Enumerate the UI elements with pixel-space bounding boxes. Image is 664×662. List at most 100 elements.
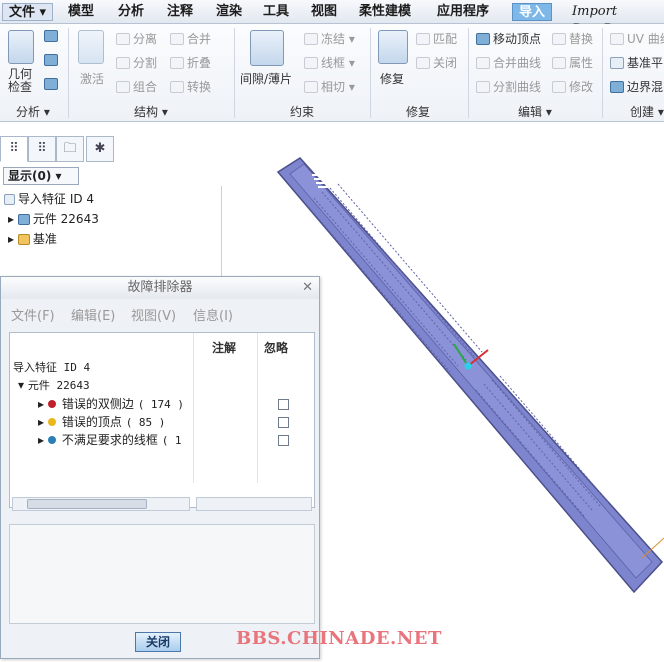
combine-icon [116, 81, 130, 93]
split-curves-icon [476, 81, 490, 93]
boundary-blend-button[interactable]: 边界混 [610, 78, 663, 95]
collapse-arrow-icon[interactable]: ▾ [18, 378, 28, 392]
group-repair-label: 修复 [406, 105, 431, 119]
analysis-icon-3[interactable] [44, 78, 58, 90]
group-analysis-label[interactable]: 分析 ▾ [16, 103, 50, 120]
modify-button[interactable]: 修改 [552, 78, 593, 95]
file-menu-label: 文件 [9, 5, 36, 20]
double-edges-count: ( 174 ) [137, 398, 185, 411]
tree-root[interactable]: 导入特征 ID 4 [4, 190, 94, 207]
activate-icon [78, 30, 104, 64]
menu-edit[interactable]: 编辑(E) [71, 305, 115, 324]
move-vertex-button[interactable]: 移动顶点 [476, 30, 541, 47]
merge-button[interactable]: 合并 [170, 30, 211, 47]
favorites-tab-icon[interactable]: ✱ [86, 136, 114, 162]
fold-button[interactable]: 折叠 [170, 54, 211, 71]
group-structure-label[interactable]: 结构 ▾ [134, 103, 168, 120]
tree-component[interactable]: ▸ 元件 22643 [8, 210, 99, 227]
wireframe-button[interactable]: 线框 ▾ [304, 54, 355, 71]
layer-tab-icon[interactable]: ⠿ [28, 136, 56, 162]
expand-arrow-icon[interactable]: ▸ [8, 212, 18, 226]
attribute-icon [552, 57, 566, 69]
menu-info[interactable]: 信息(I) [193, 305, 233, 324]
menu-view[interactable]: 视图(V) [131, 305, 176, 324]
tab-tools[interactable]: 工具 [257, 3, 295, 21]
gap-thin-icon [250, 30, 284, 66]
error-item-wireframe[interactable]: ▸ 不满足要求的线框 ( 1 [38, 431, 182, 448]
error-item-vertices[interactable]: ▸ 错误的顶点 ( 85 ) [38, 413, 165, 430]
datum-plane-label: 基准平 [627, 56, 664, 70]
activate-button[interactable]: 激活 [80, 70, 104, 87]
ignore-checkbox[interactable] [278, 417, 289, 428]
expand-arrow-icon[interactable]: ▸ [38, 397, 48, 411]
scrollbar-thumb[interactable] [27, 499, 147, 509]
gap-thin-button[interactable]: 间隙/薄片 [240, 70, 292, 87]
close-button[interactable]: 关闭 [135, 632, 181, 652]
split-label: 分割 [133, 56, 158, 70]
ignore-checkbox[interactable] [278, 399, 289, 410]
folder-tab-icon[interactable]: 🗀 [56, 136, 84, 162]
combine-button[interactable]: 组合 [116, 78, 157, 95]
close-geometry-button[interactable]: 关闭 [416, 54, 457, 71]
tab-import[interactable]: 导入 [512, 3, 553, 21]
tree-component-label: 元件 22643 [32, 212, 99, 226]
split-curves-button[interactable]: 分割曲线 [476, 78, 541, 95]
uv-curve-button[interactable]: UV 曲线 [610, 30, 664, 47]
group-analysis-text: 分析 [16, 105, 41, 119]
expand-arrow-icon[interactable]: ▸ [8, 232, 18, 246]
replace-button[interactable]: 替换 [552, 30, 593, 47]
error-item-double-edges[interactable]: ▸ 错误的双侧边 ( 174 ) [38, 395, 184, 412]
analysis-icon-1[interactable] [44, 30, 58, 42]
convert-icon [170, 81, 184, 93]
group-create-text: 创建 [630, 105, 655, 119]
model-tree: 导入特征 ID 4 ▸ 元件 22643 ▸ 基准 [0, 186, 222, 286]
display-dropdown[interactable]: 显示(0) ▾ [3, 167, 79, 185]
tab-applications[interactable]: 应用程序 [431, 3, 495, 21]
separate-button[interactable]: 分离 [116, 30, 157, 47]
menu-file[interactable]: 文件(F) [11, 305, 55, 324]
tab-annotate[interactable]: 注释 [161, 3, 199, 21]
tab-analysis[interactable]: 分析 [112, 3, 150, 21]
modify-icon [552, 81, 566, 93]
geometry-check-button[interactable]: 几何检查 [8, 68, 34, 94]
merge-curves-button[interactable]: 合并曲线 [476, 54, 541, 71]
file-menu[interactable]: 文件 ▾ [2, 3, 54, 21]
group-edit-label[interactable]: 编辑 ▾ [518, 103, 552, 120]
import-datadoctor-title: Import DataD [572, 4, 618, 37]
freeze-label: 冻结 [321, 32, 346, 46]
tree-root[interactable]: 导入特征 ID 4 [13, 359, 90, 375]
tangent-label: 相切 [321, 80, 346, 94]
ignore-checkbox[interactable] [278, 435, 289, 446]
freeze-button[interactable]: 冻结 ▾ [304, 30, 355, 47]
tab-model[interactable]: 模型 [62, 3, 100, 21]
expand-arrow-icon[interactable]: ▸ [38, 433, 48, 447]
tangent-button[interactable]: 相切 ▾ [304, 78, 355, 95]
analysis-icon-2[interactable] [44, 54, 58, 66]
vertices-count: ( 85 ) [125, 416, 166, 429]
horizontal-scrollbar[interactable] [12, 497, 190, 511]
convert-button[interactable]: 转换 [170, 78, 211, 95]
datum-plane-button[interactable]: 基准平 [610, 54, 663, 71]
match-icon [416, 33, 430, 45]
split-button[interactable]: 分割 [116, 54, 157, 71]
tab-render[interactable]: 渲染 [210, 3, 248, 21]
group-create-label[interactable]: 创建 ▾ [630, 103, 664, 120]
tab-view[interactable]: 视图 [305, 3, 343, 21]
wireframe-icon [304, 57, 318, 69]
combine-label: 组合 [133, 80, 158, 94]
tab-flexible-modeling[interactable]: 柔性建模 [353, 3, 417, 21]
attribute-label: 属性 [569, 56, 594, 70]
info-dot-icon [47, 436, 56, 444]
horizontal-scrollbar[interactable] [196, 497, 312, 511]
close-icon[interactable]: ✕ [302, 280, 313, 295]
model-tree-tab-icon[interactable]: ⠿ [0, 136, 28, 162]
split-icon [116, 57, 130, 69]
info-panel [9, 524, 315, 624]
match-button[interactable]: 匹配 [416, 30, 457, 47]
tree-datum[interactable]: ▸ 基准 [8, 230, 57, 247]
attribute-button[interactable]: 属性 [552, 54, 593, 71]
troubleshooter-tree: 注解 忽略 导入特征 ID 4 ▾ 元件 22643 ▸ 错误的双侧边 ( 17… [9, 332, 315, 511]
tree-component[interactable]: ▾ 元件 22643 [18, 377, 90, 393]
expand-arrow-icon[interactable]: ▸ [38, 415, 48, 429]
repair-button[interactable]: 修复 [380, 70, 404, 87]
